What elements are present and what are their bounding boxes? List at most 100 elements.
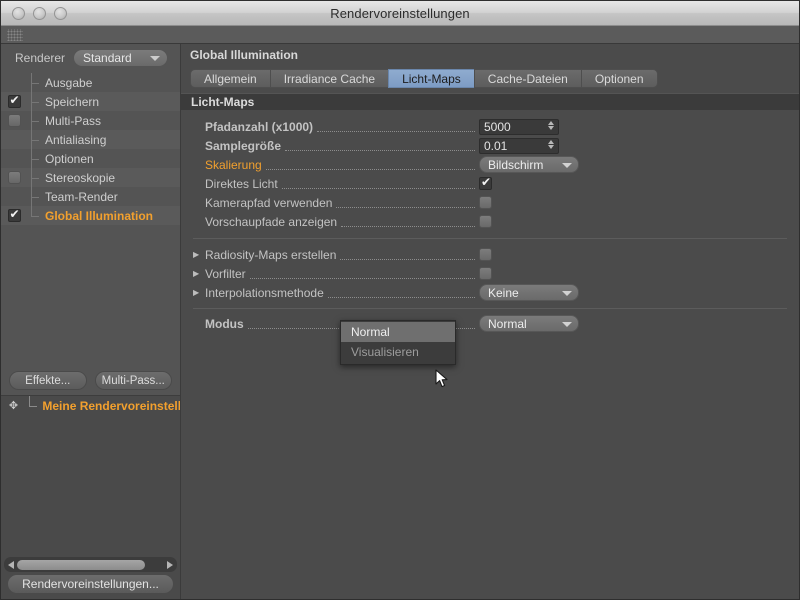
select-modus[interactable]: Normal bbox=[479, 315, 579, 332]
setting-row-direktes-licht: ▶Direktes Licht bbox=[181, 174, 799, 193]
number-input-pfadanzahl-x1000-[interactable]: 5000 bbox=[479, 118, 559, 135]
window-titlebar: Rendervoreinstellungen bbox=[1, 1, 799, 26]
render-settings-window: Rendervoreinstellungen Renderer Standard… bbox=[0, 0, 800, 600]
checkbox-unchecked[interactable] bbox=[7, 114, 21, 127]
leader-dots bbox=[341, 217, 475, 227]
tree-connector-icon bbox=[27, 73, 45, 92]
setting-control-cell bbox=[479, 215, 799, 228]
expander-spacer: ▶ bbox=[193, 160, 205, 169]
expander-spacer: ▶ bbox=[193, 217, 205, 226]
sidebar-item-stereoskopie[interactable]: Stereoskopie bbox=[1, 168, 180, 187]
setting-control-cell bbox=[479, 196, 799, 209]
scroll-right-icon[interactable] bbox=[167, 560, 173, 569]
sidebar-item-global-illumination[interactable]: Global Illumination bbox=[1, 206, 180, 225]
expander-triangle-icon[interactable]: ▶ bbox=[193, 288, 205, 297]
checkbox-vorfilter[interactable] bbox=[479, 267, 492, 280]
tree-connector-icon bbox=[27, 130, 45, 149]
scroll-left-icon[interactable] bbox=[8, 560, 14, 569]
horizontal-scrollbar[interactable] bbox=[4, 557, 177, 572]
preset-item[interactable]: ✥ Meine Rendervoreinstellun bbox=[1, 395, 180, 416]
leader-dots bbox=[336, 198, 475, 208]
setting-control-cell bbox=[479, 175, 799, 190]
number-input-value: 5000 bbox=[484, 119, 511, 134]
checkbox-checked[interactable] bbox=[7, 207, 21, 222]
tab-licht-maps[interactable]: Licht-Maps bbox=[388, 69, 474, 88]
dropdown-option-normal[interactable]: Normal bbox=[341, 322, 455, 342]
preset-item-label: Meine Rendervoreinstellun bbox=[42, 398, 180, 413]
section-divider bbox=[193, 238, 787, 239]
setting-row-skalierung: ▶Skalierung Bildschirm bbox=[181, 155, 799, 174]
tab-optionen[interactable]: Optionen bbox=[580, 69, 658, 88]
renderer-select-value: Standard bbox=[83, 51, 132, 65]
left-panel: Renderer Standard Ausgabe Speichern Multi-… bbox=[1, 44, 181, 599]
tab-label: Irradiance Cache bbox=[283, 71, 376, 86]
tab-label: Cache-Dateien bbox=[487, 71, 568, 86]
setting-row-samplegr-e: ▶Samplegröße 0.01 bbox=[181, 136, 799, 155]
checkbox-radiosity-maps-erstellen[interactable] bbox=[479, 248, 492, 261]
multipass-button[interactable]: Multi-Pass... bbox=[94, 371, 172, 390]
mode-dropdown-menu[interactable]: Normal Visualisieren bbox=[340, 320, 456, 365]
select-interpolationsmethode[interactable]: Keine bbox=[479, 284, 579, 301]
leader-dots bbox=[340, 250, 475, 260]
expander-spacer: ▶ bbox=[193, 122, 205, 131]
sidebar-item-antialiasing[interactable]: Antialiasing bbox=[1, 130, 180, 149]
setting-label: Kamerapfad verwenden bbox=[205, 195, 333, 210]
page-title: Global Illumination bbox=[181, 44, 799, 66]
mouse-cursor-icon bbox=[435, 369, 448, 388]
setting-row-pfadanzahl-x1000-: ▶Pfadanzahl (x1000) 5000 bbox=[181, 117, 799, 136]
expander-triangle-icon[interactable]: ▶ bbox=[193, 269, 205, 278]
sidebar-item-label: Global Illumination bbox=[45, 208, 153, 223]
select-value: Normal bbox=[488, 316, 527, 331]
sidebar-item-label: Antialiasing bbox=[45, 132, 107, 147]
preset-node-icon: ✥ bbox=[8, 400, 19, 412]
sidebar-item-optionen[interactable]: Optionen bbox=[1, 149, 180, 168]
tree-connector-icon bbox=[27, 206, 45, 225]
checkbox-kamerapfad-verwenden[interactable] bbox=[479, 196, 492, 209]
render-settings-button[interactable]: Rendervoreinstellungen... bbox=[7, 574, 174, 594]
renderer-row: Renderer Standard bbox=[1, 44, 180, 72]
sidebar-item-team-render[interactable]: Team-Render bbox=[1, 187, 180, 206]
section-divider-2 bbox=[193, 308, 787, 309]
tab-allgemein[interactable]: Allgemein bbox=[190, 69, 270, 88]
tab-irradiance-cache[interactable]: Irradiance Cache bbox=[269, 69, 389, 88]
stepper-arrows-icon[interactable] bbox=[548, 139, 554, 149]
renderer-select[interactable]: Standard bbox=[73, 49, 169, 67]
chevron-down-icon bbox=[150, 56, 161, 61]
number-input-samplegr-e[interactable]: 0.01 bbox=[479, 137, 559, 154]
leader-dots bbox=[281, 179, 475, 189]
sidebar-item-multi-pass[interactable]: Multi-Pass bbox=[1, 111, 180, 130]
grip-handle-icon[interactable] bbox=[7, 28, 23, 41]
checkbox-vorschaupfade-anzeigen[interactable] bbox=[479, 215, 492, 228]
leader-dots bbox=[317, 122, 475, 132]
setting-label: Radiosity-Maps erstellen bbox=[205, 247, 337, 262]
select-skalierung[interactable]: Bildschirm bbox=[479, 156, 579, 173]
setting-row-interpolationsmethode: ▶ Interpolationsmethode Keine bbox=[181, 283, 799, 302]
setting-label: Samplegröße bbox=[205, 138, 282, 153]
sidebar-item-ausgabe[interactable]: Ausgabe bbox=[1, 73, 180, 92]
expander-triangle-icon[interactable]: ▶ bbox=[193, 250, 205, 259]
sidebar-item-label: Optionen bbox=[45, 151, 94, 166]
tree-checkbox-cell bbox=[1, 93, 27, 108]
sidebar-item-label: Stereoskopie bbox=[45, 170, 116, 185]
toolbar-strip bbox=[1, 26, 799, 44]
checkbox-unchecked[interactable] bbox=[7, 171, 21, 184]
leader-dots bbox=[265, 160, 475, 170]
left-panel-buttons: Effekte... Multi-Pass... bbox=[1, 366, 180, 395]
window-body: Renderer Standard Ausgabe Speichern Multi-… bbox=[1, 44, 799, 599]
setting-label: Skalierung bbox=[205, 157, 262, 172]
tab-cache-dateien[interactable]: Cache-Dateien bbox=[473, 69, 581, 88]
setting-row-vorfilter: ▶ Vorfilter bbox=[181, 264, 799, 283]
setting-control-cell: 5000 bbox=[479, 118, 799, 135]
effects-button[interactable]: Effekte... bbox=[9, 371, 87, 390]
scrollbar-thumb[interactable] bbox=[17, 559, 145, 570]
sidebar-item-speichern[interactable]: Speichern bbox=[1, 92, 180, 111]
tab-bar: Allgemein Irradiance Cache Licht-Maps Cache… bbox=[181, 66, 799, 88]
number-input-value: 0.01 bbox=[484, 138, 508, 153]
sidebar-item-label: Team-Render bbox=[45, 189, 118, 204]
stepper-arrows-icon[interactable] bbox=[548, 120, 554, 130]
checkbox-checked[interactable] bbox=[7, 93, 21, 108]
chevron-down-icon bbox=[562, 162, 572, 168]
dropdown-option-visualisieren[interactable]: Visualisieren bbox=[341, 342, 455, 362]
checkbox-direktes-licht[interactable] bbox=[479, 175, 492, 190]
setting-row-modus: ▶Modus Normal bbox=[181, 314, 799, 333]
